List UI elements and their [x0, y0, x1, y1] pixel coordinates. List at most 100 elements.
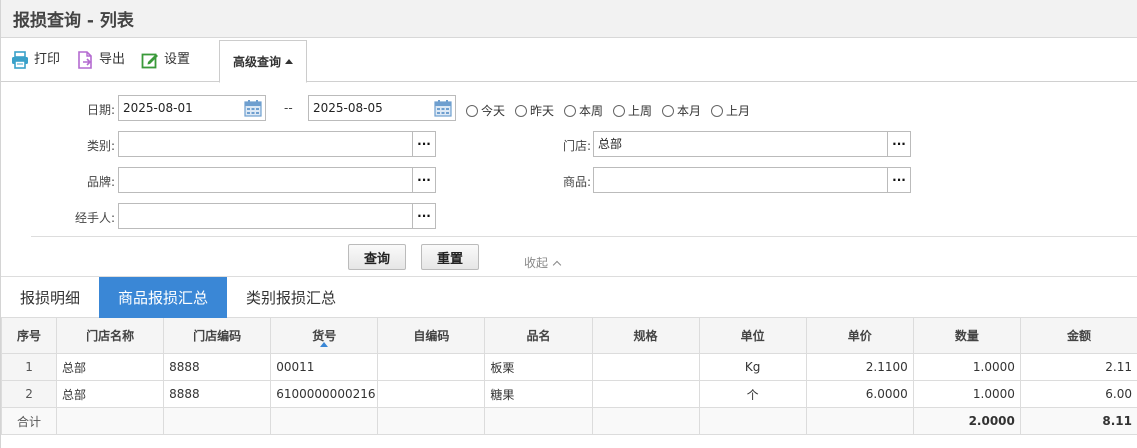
cell-self-code [377, 353, 486, 381]
date-from-value: 2025-08-01 [123, 101, 193, 115]
settings-label: 设置 [164, 51, 191, 67]
report-tabs: 报损明细 商品报损汇总 类别报损汇总 [1, 276, 1137, 318]
cell-store-code: 8888 [163, 380, 272, 408]
handler-picker-button[interactable]: ··· [412, 204, 435, 228]
caret-up-icon [285, 59, 293, 64]
printer-icon [12, 50, 28, 69]
brand-field[interactable]: ··· [118, 167, 436, 193]
range-this-month-radio[interactable]: 本月 [662, 102, 701, 119]
handler-field[interactable]: ··· [118, 203, 436, 229]
export-label: 导出 [99, 51, 126, 67]
title-bar: 报损查询 - 列表 [1, 0, 1137, 38]
store-picker-button[interactable]: ··· [887, 132, 910, 156]
radio-circle [662, 104, 674, 117]
cell-unit-price: 6.0000 [805, 380, 914, 408]
column-header[interactable]: 品名 [484, 317, 593, 354]
total-cell [270, 407, 379, 435]
range-last-week-radio[interactable]: 上周 [613, 102, 652, 119]
print-label: 打印 [34, 51, 61, 67]
toolbar: 打印 导出 设置 高级查询 [1, 38, 1137, 83]
cell-spec [591, 353, 700, 381]
column-header-sorted[interactable]: 货号 [270, 317, 379, 354]
total-cell [591, 407, 700, 435]
date-from-field[interactable]: 2025-08-01 [118, 95, 266, 121]
range-last-month-radio[interactable]: 上月 [711, 102, 750, 119]
column-header[interactable]: 门店名称 [56, 317, 165, 354]
radio-circle [564, 104, 576, 117]
cell-unit-price: 2.1100 [805, 353, 914, 381]
column-header[interactable]: 门店编码 [163, 317, 272, 354]
category-label: 类别: [86, 139, 115, 153]
column-header[interactable]: 金额 [1019, 317, 1137, 354]
range-yesterday-radio[interactable]: 昨天 [515, 102, 554, 119]
tab-product-loss-summary[interactable]: 商品报损汇总 [99, 277, 228, 318]
cell-seq: 1 [0, 353, 58, 381]
page: 报损查询 - 列表 打印 导出 设置 高级查询 日期: 2025-08-01 -… [0, 0, 1137, 448]
collapse-label: 收起 [524, 256, 549, 270]
cell-amount: 2.11 [1019, 353, 1137, 381]
date-to-value: 2025-08-05 [313, 101, 383, 115]
range-today-radio[interactable]: 今天 [466, 102, 505, 119]
cell-quantity: 1.0000 [912, 380, 1021, 408]
cell-amount: 6.00 [1019, 380, 1137, 408]
date-to-field[interactable]: 2025-08-05 [308, 95, 456, 121]
range-this-week-label: 本周 [579, 104, 604, 118]
category-field[interactable]: ··· [118, 131, 436, 157]
cell-seq: 2 [0, 380, 58, 408]
column-header[interactable]: 数量 [912, 317, 1021, 354]
brand-picker-button[interactable]: ··· [412, 168, 435, 192]
store-field[interactable]: 总部 ··· [593, 131, 911, 157]
column-header[interactable]: 自编码 [377, 317, 486, 354]
export-button[interactable]: 导出 [66, 38, 131, 82]
cell-store-code: 8888 [163, 353, 272, 381]
column-header[interactable]: 单位 [698, 317, 807, 354]
cell-self-code [377, 380, 486, 408]
category-picker-button[interactable]: ··· [412, 132, 435, 156]
column-header[interactable]: 规格 [591, 317, 700, 354]
date-label: 日期: [86, 103, 115, 117]
cell-unit: 个 [698, 380, 807, 408]
total-cell [377, 407, 486, 435]
total-row: 合计 2.0000 8.11 [0, 407, 1137, 435]
grid-header-row: 序号 门店名称 门店编码 货号 自编码 品名 规格 单位 单价 数量 金额 [0, 317, 1137, 354]
cell-store-name: 总部 [56, 380, 165, 408]
range-yesterday-label: 昨天 [530, 104, 555, 118]
total-quantity: 2.0000 [912, 407, 1021, 435]
handler-label: 经手人: [74, 211, 115, 225]
total-cell [163, 407, 272, 435]
collapse-toggle[interactable]: 收起 [524, 254, 562, 271]
cell-spec [591, 380, 700, 408]
reset-button[interactable]: 重置 [421, 244, 479, 270]
table-row[interactable]: 1 总部 8888 00011 板栗 Kg 2.1100 1.0000 2.11 [0, 353, 1137, 381]
range-this-month-label: 本月 [677, 104, 702, 118]
settings-button[interactable]: 设置 [131, 38, 196, 82]
total-cell [698, 407, 807, 435]
product-picker-button[interactable]: ··· [887, 168, 910, 192]
radio-circle [466, 104, 478, 117]
chevron-up-icon [552, 260, 562, 269]
tab-loss-detail[interactable]: 报损明细 [1, 277, 99, 318]
print-button[interactable]: 打印 [1, 38, 66, 82]
product-field[interactable]: ··· [593, 167, 911, 193]
range-this-week-radio[interactable]: 本周 [564, 102, 603, 119]
calendar-icon[interactable] [243, 98, 263, 118]
radio-circle [515, 104, 527, 117]
column-header[interactable]: 序号 [0, 317, 58, 354]
total-cell [56, 407, 165, 435]
date-separator: -- [284, 101, 293, 115]
query-button[interactable]: 查询 [348, 244, 406, 270]
cell-product-name: 糖果 [484, 380, 593, 408]
store-label: 门店: [562, 139, 591, 153]
tab-category-loss-summary[interactable]: 类别报损汇总 [227, 277, 355, 318]
cell-unit: Kg [698, 353, 807, 381]
range-today-label: 今天 [481, 104, 506, 118]
export-file-icon [78, 50, 92, 69]
cell-quantity: 1.0000 [912, 353, 1021, 381]
calendar-icon[interactable] [433, 98, 453, 118]
radio-circle [711, 104, 723, 117]
table-row[interactable]: 2 总部 8888 6100000000216 糖果 个 6.0000 1.00… [0, 380, 1137, 408]
cell-item-no: 00011 [270, 353, 379, 381]
total-amount: 8.11 [1019, 407, 1137, 435]
column-header[interactable]: 单价 [805, 317, 914, 354]
advanced-query-tab[interactable]: 高级查询 [219, 40, 307, 83]
